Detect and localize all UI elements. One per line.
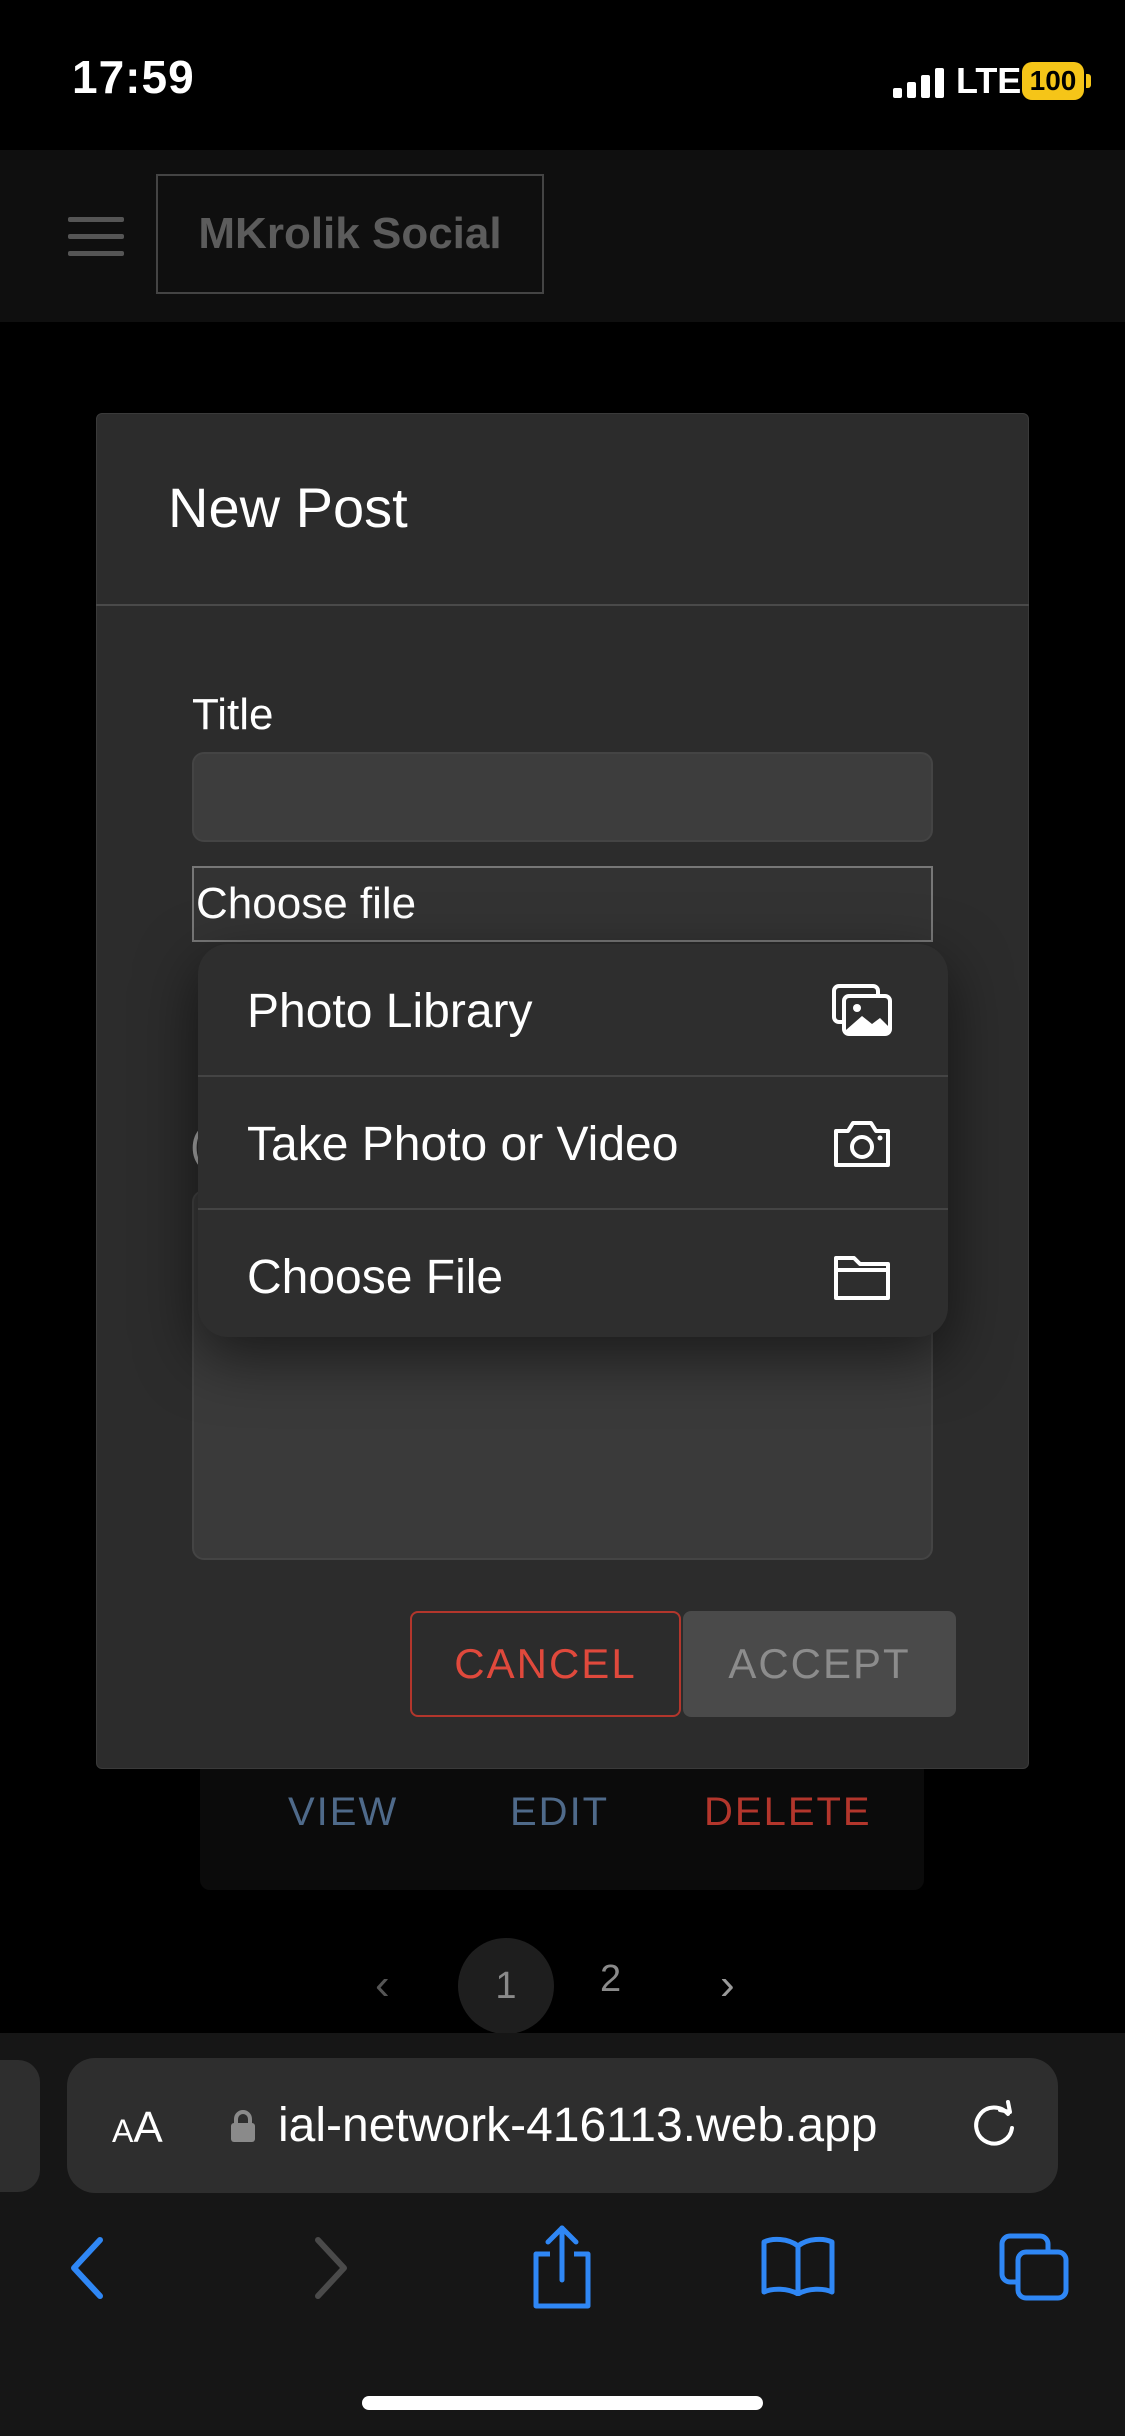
reload-icon[interactable]: [964, 2096, 1024, 2156]
previous-tab-preview[interactable]: [0, 2060, 40, 2192]
edit-button[interactable]: EDIT: [510, 1790, 609, 1835]
accept-button[interactable]: ACCEPT: [683, 1611, 956, 1717]
title-input[interactable]: [192, 752, 933, 842]
title-label: Title: [192, 690, 274, 739]
battery-icon: 100: [1022, 62, 1084, 100]
photo-library-option[interactable]: Photo Library: [198, 944, 948, 1075]
network-type: LTE: [956, 60, 1022, 101]
text-size-button[interactable]: AA: [112, 2103, 163, 2153]
tabs-icon[interactable]: [998, 2232, 1070, 2302]
camera-icon: [834, 1121, 890, 1167]
lock-icon: [231, 2110, 255, 2142]
photo-library-icon: [832, 984, 892, 1036]
share-icon[interactable]: [528, 2224, 596, 2310]
url-text[interactable]: ial-network-416113.web.app: [278, 2098, 877, 2153]
signal-icon: [893, 68, 944, 98]
pagination-next-icon[interactable]: ›: [720, 1960, 735, 2010]
dialog-divider: [96, 604, 1029, 606]
choose-file-option[interactable]: Choose File: [198, 1210, 948, 1337]
status-time: 17:59: [72, 51, 195, 103]
bookmarks-icon[interactable]: [760, 2236, 836, 2296]
brand-logo[interactable]: MKrolik Social: [156, 174, 544, 294]
delete-button[interactable]: DELETE: [704, 1790, 872, 1835]
hamburger-icon[interactable]: [68, 217, 124, 257]
home-indicator[interactable]: [362, 2396, 763, 2410]
view-button[interactable]: VIEW: [288, 1790, 398, 1835]
option-label: Photo Library: [247, 985, 533, 1038]
battery-tip: [1086, 74, 1091, 88]
cancel-button[interactable]: CANCEL: [410, 1611, 681, 1717]
folder-icon: [834, 1256, 890, 1300]
take-photo-option[interactable]: Take Photo or Video: [198, 1077, 948, 1208]
choose-file-button[interactable]: Choose file: [192, 866, 933, 942]
pagination-prev-icon[interactable]: ‹: [375, 1960, 390, 2010]
forward-icon: [315, 2237, 347, 2299]
file-picker-menu: Photo Library Take Photo or Video Choose…: [198, 944, 948, 1337]
back-icon[interactable]: [64, 2228, 114, 2308]
page-button-1[interactable]: 1: [458, 1938, 554, 2034]
option-label: Take Photo or Video: [247, 1118, 679, 1171]
dialog-title: New Post: [168, 476, 408, 539]
page-button-2[interactable]: 2: [600, 1958, 621, 2001]
option-label: Choose File: [247, 1251, 504, 1304]
